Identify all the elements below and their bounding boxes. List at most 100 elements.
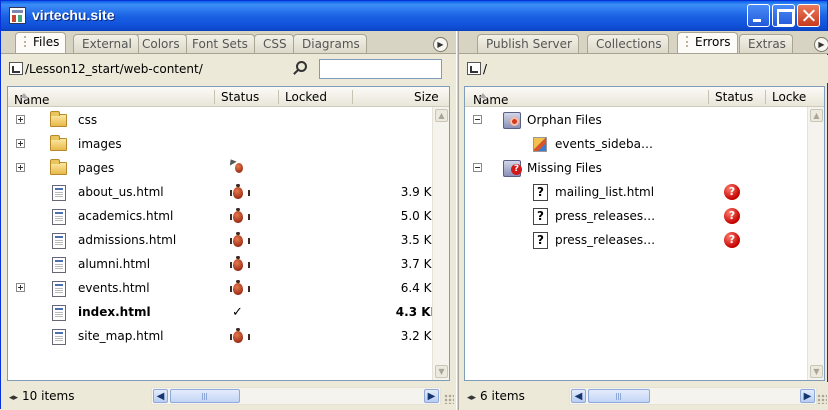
list-item[interactable]: about_us.html 3.9 KI: [8, 181, 449, 205]
tab-menu-arrow-icon[interactable]: ▶: [433, 37, 448, 52]
list-item[interactable]: alumni.html 3.7 KI: [8, 253, 449, 277]
item-name: alumni.html: [78, 257, 151, 271]
tab-colors[interactable]: Colors: [133, 34, 187, 53]
go-up-icon[interactable]: [467, 62, 481, 75]
list-item[interactable]: events_sideba…: [465, 133, 824, 157]
list-item[interactable]: index.html ✓ 4.3 KI: [8, 301, 449, 325]
tab-label: Collections: [596, 37, 662, 51]
tab-collections[interactable]: Collections: [587, 34, 669, 53]
list-item[interactable]: academics.html 5.0 KI: [8, 205, 449, 229]
list-header: Name Status Locke: [465, 87, 824, 107]
tab-publish-server[interactable]: Publish Server: [477, 34, 579, 53]
horizontal-scrollbar[interactable]: ◀ ▶: [151, 387, 441, 405]
item-size: 3.5 KI: [400, 233, 435, 247]
list-item[interactable]: ? press_releases… ?: [465, 205, 824, 229]
tab-css[interactable]: CSS: [254, 34, 294, 53]
scroll-thumb[interactable]: [170, 389, 240, 403]
list-item[interactable]: images: [8, 133, 449, 157]
resize-grip-icon[interactable]: [817, 394, 827, 404]
item-name: css: [78, 113, 98, 127]
orphan-files-icon: [503, 112, 521, 129]
list-item[interactable]: admissions.html 3.5 KI: [8, 229, 449, 253]
files-path-bar: /Lesson12_start/web-content/: [1, 55, 456, 83]
tab-files[interactable]: Files: [15, 32, 67, 53]
list-item[interactable]: ? press_releases… ?: [465, 229, 824, 253]
site-path-bar: /: [459, 55, 828, 83]
item-name: index.html: [78, 305, 151, 319]
grip-icon: [686, 36, 691, 47]
collapse-icon[interactable]: [473, 163, 482, 172]
maximize-button[interactable]: [772, 4, 795, 27]
list-item[interactable]: events.html 6.4 KI: [8, 277, 449, 301]
folder-icon: [50, 111, 67, 127]
list-item[interactable]: pages: [8, 157, 449, 181]
item-size: 6.4 KI: [400, 281, 435, 295]
tab-label: Errors: [695, 35, 731, 49]
sort-ascending-icon: [20, 93, 28, 98]
tab-external[interactable]: External: [73, 34, 139, 53]
scroll-right-icon[interactable]: ▶: [424, 389, 439, 403]
scroll-thumb[interactable]: [588, 389, 650, 403]
missing-file-icon: ?: [533, 208, 548, 225]
item-size: 3.9 KI: [400, 185, 435, 199]
column-header-size[interactable]: Size: [414, 90, 439, 104]
scroll-down-icon[interactable]: ▼: [435, 365, 448, 378]
expand-icon[interactable]: [16, 163, 25, 172]
expand-icon[interactable]: [16, 139, 25, 148]
list-item[interactable]: css: [8, 109, 449, 133]
scroll-right-icon[interactable]: ▶: [800, 389, 815, 403]
group-row-missing-files[interactable]: Missing Files: [465, 157, 824, 181]
errors-status-bar: ◂▸ 6 items ◀ ▶: [459, 382, 828, 410]
list-item[interactable]: site_map.html 3.2 KI: [8, 325, 449, 349]
search-input[interactable]: [319, 59, 442, 79]
error-icon: ?: [724, 208, 740, 224]
close-button[interactable]: [797, 4, 820, 27]
column-header-locked[interactable]: Locke: [772, 90, 806, 104]
go-up-icon[interactable]: [9, 62, 23, 75]
tab-label: Files: [33, 35, 60, 49]
bug-icon: [230, 256, 250, 271]
expand-icon[interactable]: [16, 115, 25, 124]
vertical-scrollbar[interactable]: ▲ ▼: [807, 107, 824, 380]
tab-diagrams[interactable]: Diagrams: [293, 34, 367, 53]
scroll-up-icon[interactable]: ▲: [435, 109, 448, 122]
group-name: Orphan Files: [527, 113, 602, 127]
item-name: about_us.html: [78, 185, 164, 199]
column-header-locked[interactable]: Locked: [285, 90, 327, 104]
vertical-scrollbar[interactable]: ▲ ▼: [432, 107, 449, 380]
scroll-left-icon[interactable]: ◀: [571, 389, 586, 403]
item-count: ◂▸ 10 items: [9, 389, 75, 403]
tab-menu-arrow-icon[interactable]: ▶: [814, 37, 828, 52]
list-item[interactable]: ? mailing_list.html ?: [465, 181, 824, 205]
column-header-status[interactable]: Status: [715, 90, 753, 104]
search-icon[interactable]: [296, 61, 307, 72]
resize-grip-icon[interactable]: [444, 394, 454, 404]
site-tabstrip: Publish Server Collections Extras Errors…: [459, 31, 828, 54]
tab-font-sets[interactable]: Font Sets: [183, 34, 255, 53]
minimize-button[interactable]: [747, 4, 770, 27]
horizontal-scrollbar[interactable]: ◀ ▶: [569, 387, 817, 405]
column-header-status[interactable]: Status: [221, 90, 259, 104]
missing-files-icon: [503, 160, 522, 177]
scroll-down-icon[interactable]: ▼: [810, 365, 823, 378]
folder-icon: [50, 135, 67, 151]
expand-icon[interactable]: [16, 283, 25, 292]
tab-errors[interactable]: Errors: [677, 32, 738, 53]
item-size: 4.3 KI: [395, 305, 435, 319]
errors-list: Name Status Locke Orphan Files events_si…: [464, 86, 825, 381]
html-file-icon: [52, 329, 66, 345]
item-name: mailing_list.html: [555, 185, 655, 199]
scroll-up-icon[interactable]: ▲: [810, 109, 823, 122]
current-path: /Lesson12_start/web-content/: [25, 62, 203, 76]
tab-extras[interactable]: Extras: [739, 34, 793, 53]
site-icon: [9, 7, 26, 24]
title-bar[interactable]: virtechu.site: [1, 1, 827, 31]
item-count: ◂▸ 6 items: [467, 389, 525, 403]
collapse-icon[interactable]: [473, 115, 482, 124]
missing-file-icon: ?: [533, 232, 548, 249]
item-name: press_releases…: [555, 209, 656, 223]
item-size: 5.0 KI: [400, 209, 435, 223]
group-row-orphan-files[interactable]: Orphan Files: [465, 109, 824, 133]
html-file-icon: [52, 257, 66, 273]
scroll-left-icon[interactable]: ◀: [153, 389, 168, 403]
